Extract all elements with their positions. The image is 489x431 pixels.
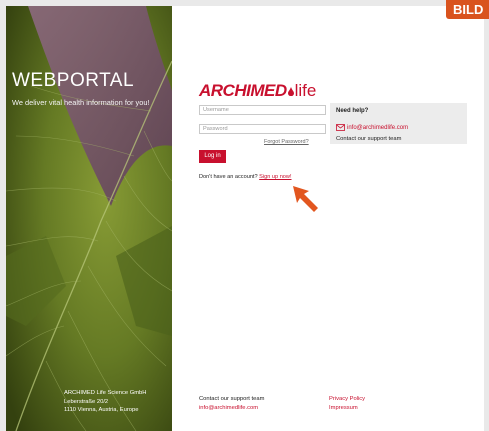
company-address: ARCHIMED Life Science GmbH Leberstraße 2… — [64, 389, 146, 415]
login-button[interactable]: Log in — [199, 150, 226, 163]
address-line: 1110 Vienna, Austria, Europe — [64, 407, 139, 413]
help-contact-text: Contact our support team — [336, 136, 402, 142]
help-panel: Need help? info@archimedlife.com Contact… — [330, 103, 467, 144]
password-input[interactable] — [199, 124, 326, 134]
page-frame: WEBPORTAL We deliver vital health inform… — [6, 6, 484, 431]
logo-wordmark: ARCHIMED — [199, 81, 287, 100]
signup-prompt: Don't have an account? Sign up now! — [199, 174, 292, 180]
address-line: Leberstraße 20/2 — [64, 398, 109, 405]
arrow-icon — [293, 186, 318, 212]
mail-icon — [336, 124, 345, 132]
footer-legal: Privacy Policy Impressum — [329, 395, 365, 412]
archimed-logo: ARCHIMED life — [199, 81, 317, 100]
impressum-link[interactable]: Impressum — [329, 404, 365, 413]
username-input[interactable] — [199, 105, 326, 115]
privacy-policy-link[interactable]: Privacy Policy — [329, 395, 365, 404]
footer-email-link[interactable]: info@archimedlife.com — [199, 404, 264, 413]
footer-contact-title: Contact our support team — [199, 396, 265, 402]
logo-suffix: life — [294, 81, 317, 100]
signup-prompt-text: Don't have an account? — [199, 174, 258, 180]
forgot-password-link[interactable]: Forgot Password? — [264, 139, 309, 145]
help-email-link[interactable]: info@archimedlife.com — [347, 125, 408, 131]
help-title: Need help? — [336, 108, 369, 114]
hero-panel: WEBPORTAL We deliver vital health inform… — [6, 6, 172, 431]
bild-badge: BILD — [446, 0, 489, 19]
signup-link[interactable]: Sign up now! — [259, 174, 291, 180]
address-line: ARCHIMED Life Science GmbH — [64, 390, 147, 396]
drop-icon — [287, 87, 294, 96]
hero-tagline: We deliver vital health information for … — [12, 98, 150, 107]
help-email-row[interactable]: info@archimedlife.com — [336, 119, 408, 132]
hero-title: WEBPORTAL — [12, 70, 135, 91]
footer-contact: Contact our support team info@archimedli… — [199, 395, 264, 412]
